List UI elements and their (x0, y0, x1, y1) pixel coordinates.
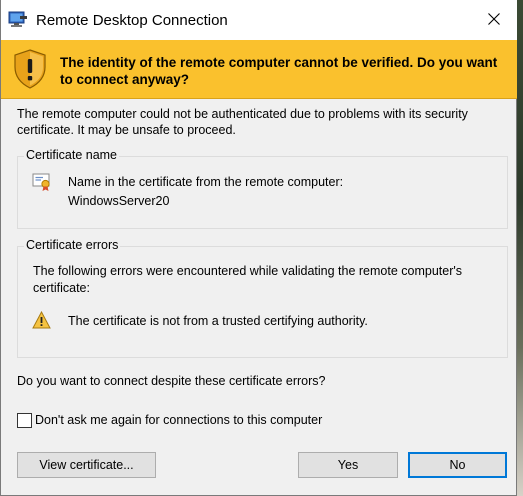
yes-button[interactable]: Yes (298, 452, 398, 478)
title-bar[interactable]: Remote Desktop Connection (1, 0, 517, 40)
certificate-error-item: The certificate is not from a trusted ce… (68, 314, 368, 328)
dont-ask-again-checkbox[interactable]: Don't ask me again for connections to th… (17, 411, 322, 429)
certificate-errors-intro: The following errors were encountered wh… (33, 264, 462, 295)
dialog-window: Remote Desktop Connection The identity o… (0, 0, 517, 496)
certificate-errors-legend: Certificate errors (24, 238, 121, 252)
remote-desktop-icon (8, 10, 28, 30)
question-text: Do you want to connect despite these cer… (17, 374, 326, 388)
warning-banner: The identity of the remote computer cann… (1, 40, 517, 99)
checkbox-box[interactable] (17, 412, 32, 428)
warning-icon (32, 310, 51, 329)
dont-ask-again-label[interactable]: Don't ask me again for connections to th… (35, 413, 322, 427)
close-icon (488, 12, 500, 28)
certificate-name-value: WindowsServer20 (68, 194, 170, 208)
certificate-name-label: Name in the certificate from the remote … (68, 175, 344, 189)
certificate-name-group: Certificate name Name in the certificate… (17, 148, 508, 229)
certificate-name-legend: Certificate name (24, 148, 120, 162)
no-button[interactable]: No (408, 452, 507, 478)
intro-text: The remote computer could not be authent… (17, 107, 468, 137)
certificate-icon (32, 171, 52, 193)
banner-message: The identity of the remote computer cann… (60, 55, 498, 87)
warning-shield-icon (13, 49, 47, 89)
certificate-errors-group: Certificate errors The following errors … (17, 238, 508, 358)
close-button[interactable] (471, 0, 517, 40)
desktop-background (516, 0, 523, 496)
view-certificate-button[interactable]: View certificate... (17, 452, 156, 478)
window-title: Remote Desktop Connection (36, 12, 228, 29)
